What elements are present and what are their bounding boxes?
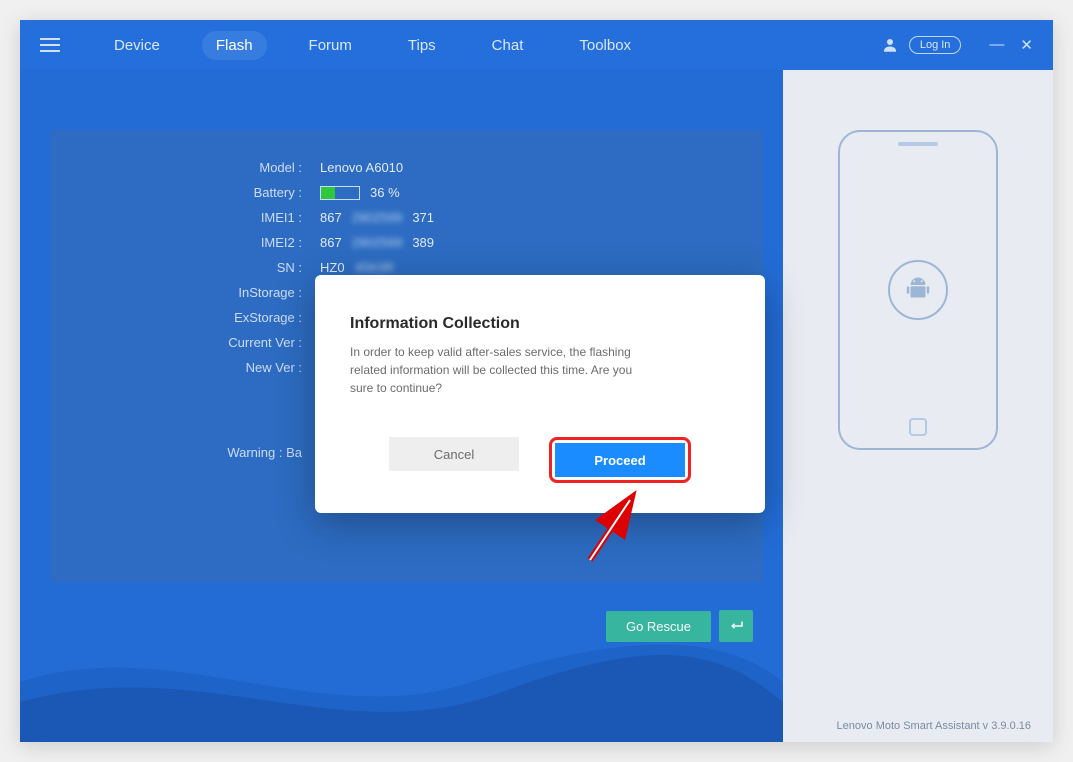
- nav-chat[interactable]: Chat: [478, 31, 538, 60]
- titlebar: Device Flash Forum Tips Chat Toolbox Log…: [20, 20, 1053, 70]
- app-window: Device Flash Forum Tips Chat Toolbox Log…: [20, 20, 1053, 742]
- close-icon[interactable]: ✕: [1020, 36, 1033, 54]
- nav-forum[interactable]: Forum: [295, 31, 366, 60]
- dialog-text: In order to keep valid after-sales servi…: [350, 343, 650, 397]
- proceed-highlight: Proceed: [549, 437, 691, 483]
- minimize-icon[interactable]: —: [989, 36, 1004, 54]
- nav-toolbox[interactable]: Toolbox: [565, 31, 645, 60]
- nav-device[interactable]: Device: [100, 31, 174, 60]
- nav-flash[interactable]: Flash: [202, 31, 267, 60]
- cancel-button[interactable]: Cancel: [389, 437, 519, 471]
- version-label: Lenovo Moto Smart Assistant v 3.9.0.16: [837, 720, 1031, 732]
- nav-tips[interactable]: Tips: [394, 31, 450, 60]
- phone-outline-icon: [838, 130, 998, 450]
- info-collection-dialog: Information Collection In order to keep …: [315, 275, 765, 513]
- dialog-title: Information Collection: [350, 315, 730, 333]
- android-icon: [888, 260, 948, 320]
- device-preview-panel: Lenovo Moto Smart Assistant v 3.9.0.16: [783, 70, 1053, 742]
- nav-bar: Device Flash Forum Tips Chat Toolbox: [100, 31, 645, 60]
- user-icon: [881, 36, 899, 54]
- hamburger-menu-icon[interactable]: [40, 38, 60, 52]
- proceed-button[interactable]: Proceed: [555, 443, 685, 477]
- login-button[interactable]: Log In: [909, 36, 962, 54]
